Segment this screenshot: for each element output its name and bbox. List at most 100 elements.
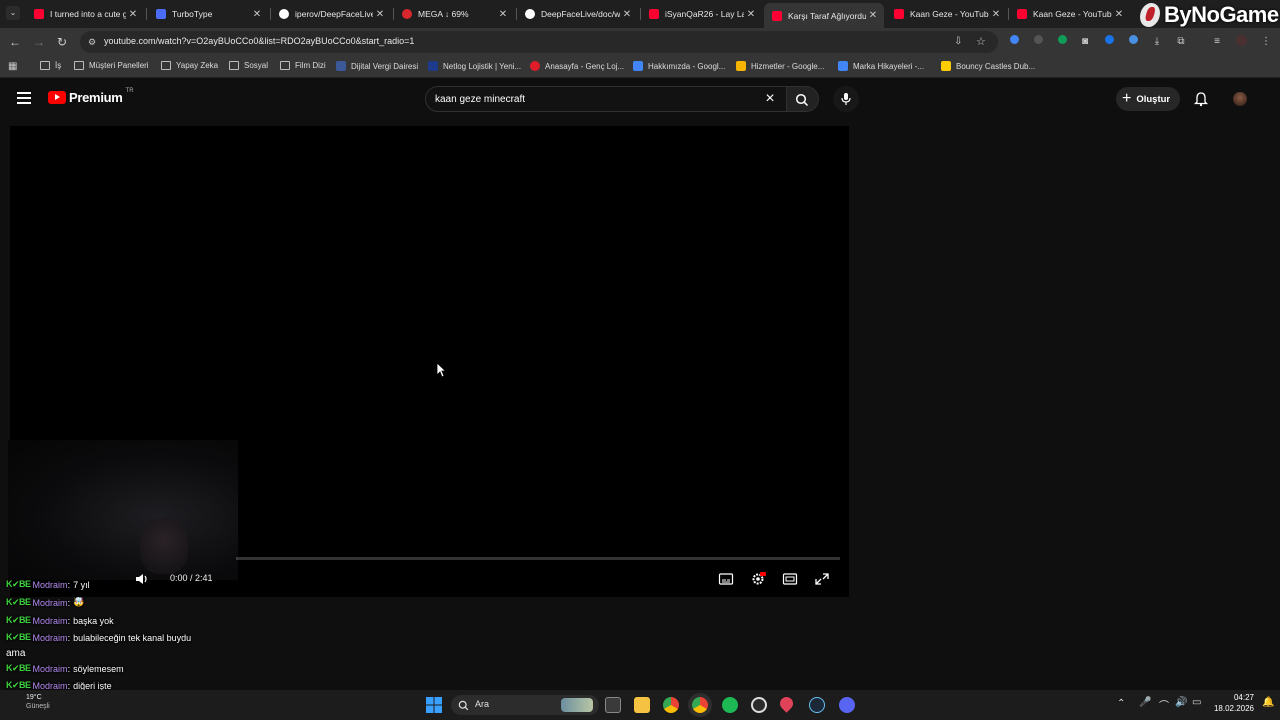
close-icon[interactable]: ✕ <box>1112 9 1126 20</box>
location-pin-icon[interactable] <box>777 694 796 713</box>
browser-tab[interactable]: iSyanQaR26 - Lay Lay ✕ <box>641 3 762 25</box>
close-icon[interactable]: ✕ <box>620 9 634 20</box>
mouse-cursor-icon <box>436 362 446 378</box>
volume-icon[interactable]: 🔊 <box>1175 697 1187 708</box>
close-icon[interactable]: ✕ <box>126 9 140 20</box>
google-sites-icon <box>633 61 643 71</box>
settings-gear-icon[interactable] <box>750 572 766 586</box>
back-icon[interactable]: ← <box>7 34 23 50</box>
bookmark-item[interactable]: Dijital Vergi Dairesi <box>336 61 418 71</box>
bookmark-item[interactable]: Bouncy Castles Dub... <box>941 61 1035 71</box>
browser-toolbar: ← → ↻ ⚙ youtube.com/watch?v=O2ayBUoCCo0&… <box>0 28 1280 56</box>
apps-grid-icon[interactable]: ▦ <box>8 61 17 72</box>
browser-tab-active[interactable]: Karşı Taraf Ağlıyordu ✕ <box>764 3 884 28</box>
user-avatar[interactable] <box>1233 92 1247 106</box>
forward-icon[interactable]: → <box>31 34 47 50</box>
fullscreen-icon[interactable] <box>814 572 830 586</box>
reload-icon[interactable]: ↻ <box>54 34 70 50</box>
extension-icon[interactable] <box>1126 35 1140 49</box>
browser-tab[interactable]: TurboType ✕ <box>148 3 268 25</box>
close-icon[interactable]: ✕ <box>989 9 1003 20</box>
brand-text: ByNoGame <box>1164 2 1279 27</box>
site-favicon-icon <box>336 61 346 71</box>
microphone-icon[interactable]: 🎤 <box>1139 697 1151 708</box>
weather-widget[interactable]: 19°C Güneşli <box>26 693 50 711</box>
extension-icon[interactable] <box>1007 35 1021 49</box>
camera-icon[interactable]: ◙ <box>1078 35 1092 49</box>
streamer-silhouette <box>140 518 188 574</box>
volume-icon[interactable] <box>134 572 150 586</box>
bookmark-item[interactable]: Netlog Lojistik | Yeni... <box>428 61 521 71</box>
extension-icon[interactable] <box>1102 35 1116 49</box>
tab-search-button[interactable]: ⌄ <box>6 6 20 20</box>
chat-message: K✔BE Modraim : bulabileceğin tek kanal b… <box>6 632 192 643</box>
discord-icon[interactable] <box>839 697 855 713</box>
bookmark-item[interactable]: Hakkımızda - Googl... <box>633 61 725 71</box>
notifications-bell-icon[interactable] <box>1193 91 1209 107</box>
bookmark-folder[interactable]: Yapay Zeka <box>161 61 218 70</box>
create-button[interactable]: + Oluştur <box>1116 87 1180 111</box>
wifi-icon[interactable]: ⌒ <box>1159 697 1169 712</box>
youtube-premium-logo[interactable]: Premium TR <box>48 88 134 105</box>
browser-tab[interactable]: MEGA ↓ 69% ✕ <box>394 3 514 25</box>
system-clock[interactable]: 04:27 18.02.2026 <box>1212 692 1254 714</box>
close-icon[interactable]: ✕ <box>373 9 387 20</box>
tab-title: Kaan Geze - YouTube <box>910 9 989 19</box>
notification-icon[interactable]: 🔔 <box>1262 697 1274 708</box>
site-info-icon[interactable]: ⚙ <box>88 37 96 48</box>
site-favicon-icon <box>530 61 540 71</box>
browser-tab[interactable]: I turned into a cute g ✕ <box>26 3 144 25</box>
steam-icon[interactable] <box>809 697 825 713</box>
install-icon[interactable]: ⇩ <box>954 36 962 47</box>
bookmark-folder[interactable]: Müşteri Panelleri <box>74 61 149 70</box>
bookmark-folder[interactable]: Sosyal <box>229 61 268 70</box>
obs-icon[interactable] <box>751 697 767 713</box>
star-icon[interactable]: ☆ <box>976 35 986 48</box>
chat-username: Modraim <box>32 632 68 643</box>
spotify-icon[interactable] <box>722 697 738 713</box>
bookmark-item[interactable]: Hizmetler - Google... <box>736 61 824 71</box>
file-explorer-icon[interactable] <box>634 697 650 713</box>
bookmark-item[interactable]: Anasayfa - Genç Loj... <box>530 61 624 71</box>
video-progress-bar[interactable] <box>236 557 840 560</box>
chat-message: K✔BE Modraim : 🤯 <box>6 597 85 608</box>
theater-mode-icon[interactable] <box>782 572 798 586</box>
subtitles-icon[interactable] <box>718 572 734 586</box>
search-button[interactable] <box>787 86 819 112</box>
hamburger-menu-icon[interactable] <box>17 92 31 104</box>
browser-tab[interactable]: iperov/DeepFaceLive ✕ <box>271 3 391 25</box>
google-drive-icon <box>736 61 746 71</box>
chrome-icon[interactable] <box>663 697 679 713</box>
chevron-up-icon[interactable]: ⌃ <box>1117 698 1125 709</box>
address-bar[interactable]: ⚙ youtube.com/watch?v=O2ayBUoCCo0&list=R… <box>80 31 998 53</box>
bookmark-folder[interactable]: İş <box>40 61 61 70</box>
kebab-menu-icon[interactable]: ⋮ <box>1259 35 1273 49</box>
browser-tab[interactable]: Kaan Geze - YouTube ✕ <box>1009 3 1130 25</box>
close-icon[interactable]: ✕ <box>250 9 264 20</box>
youtube-icon <box>772 10 782 21</box>
chat-badges-icon: K✔BE <box>6 632 31 642</box>
profile-avatar[interactable] <box>1234 35 1248 49</box>
battery-icon[interactable]: ▭ <box>1192 697 1201 708</box>
download-icon[interactable]: ⤓ <box>1150 35 1164 49</box>
extension-icon[interactable] <box>1031 35 1045 49</box>
browser-tab[interactable]: DeepFaceLive/doc/w ✕ <box>517 3 638 25</box>
media-control-icon[interactable]: ≡ <box>1210 35 1224 49</box>
taskbar-search[interactable]: Ara <box>451 695 599 715</box>
bookmark-folder[interactable]: Film Dizi <box>280 61 326 70</box>
clear-search-icon[interactable]: × <box>762 91 778 107</box>
extension-icon[interactable] <box>1055 35 1069 49</box>
search-icon <box>458 700 469 711</box>
close-icon[interactable]: ✕ <box>496 9 510 20</box>
task-view-icon[interactable] <box>605 697 621 713</box>
voice-search-button[interactable] <box>833 86 859 112</box>
chrome-active-icon[interactable] <box>692 697 708 713</box>
bookmark-item[interactable]: Marka Hikayeleri -... <box>838 61 924 71</box>
windows-start-icon[interactable] <box>426 697 442 713</box>
tab-title: iperov/DeepFaceLive <box>295 9 373 19</box>
close-icon[interactable]: ✕ <box>866 10 880 21</box>
browser-tab[interactable]: Kaan Geze - YouTube ✕ <box>886 3 1007 25</box>
search-input[interactable]: kaan geze minecraft <box>425 86 787 112</box>
close-icon[interactable]: ✕ <box>744 9 758 20</box>
extensions-puzzle-icon[interactable]: ⧉ <box>1174 35 1188 49</box>
